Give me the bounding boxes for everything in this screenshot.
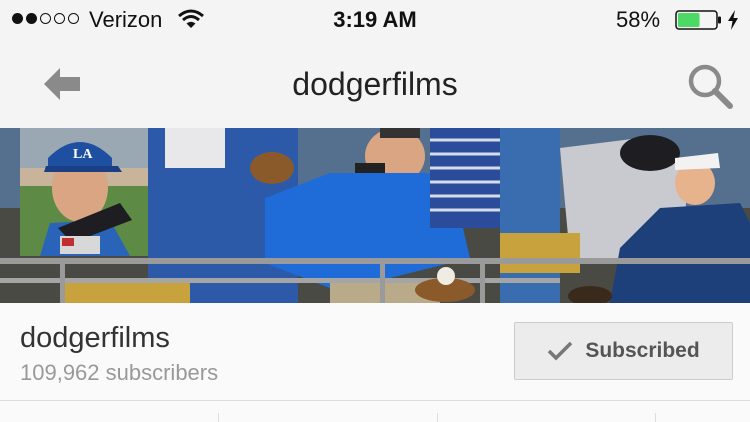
tab-1[interactable]: [0, 401, 218, 422]
tab-4[interactable]: [656, 401, 750, 422]
charging-bolt-icon: [728, 10, 738, 30]
checkmark-icon: [548, 341, 573, 361]
subscribed-label: Subscribed: [585, 339, 700, 362]
channel-name: dodgerfilms: [20, 322, 170, 354]
status-bar: Verizon 3:19 AM 58%: [0, 0, 750, 40]
subscriber-count: 109,962 subscribers: [20, 360, 219, 385]
channel-info: dodgerfilms 109,962 subscribers Subscrib…: [0, 303, 750, 400]
search-icon[interactable]: [686, 62, 734, 110]
page-title: dodgerfilms: [292, 66, 458, 102]
nav-bar: dodgerfilms: [0, 40, 750, 128]
tab-3[interactable]: [438, 401, 656, 422]
battery-icon: [675, 10, 721, 30]
avatar[interactable]: LA: [20, 128, 148, 256]
channel-banner: LA: [0, 128, 750, 303]
tab-bar: [0, 400, 750, 422]
battery-percentage: 58%: [616, 7, 661, 32]
svg-text:LA: LA: [73, 147, 93, 162]
avatar-photo: LA: [20, 128, 148, 256]
tab-2[interactable]: [219, 401, 437, 422]
subscribed-button[interactable]: Subscribed: [514, 322, 733, 380]
